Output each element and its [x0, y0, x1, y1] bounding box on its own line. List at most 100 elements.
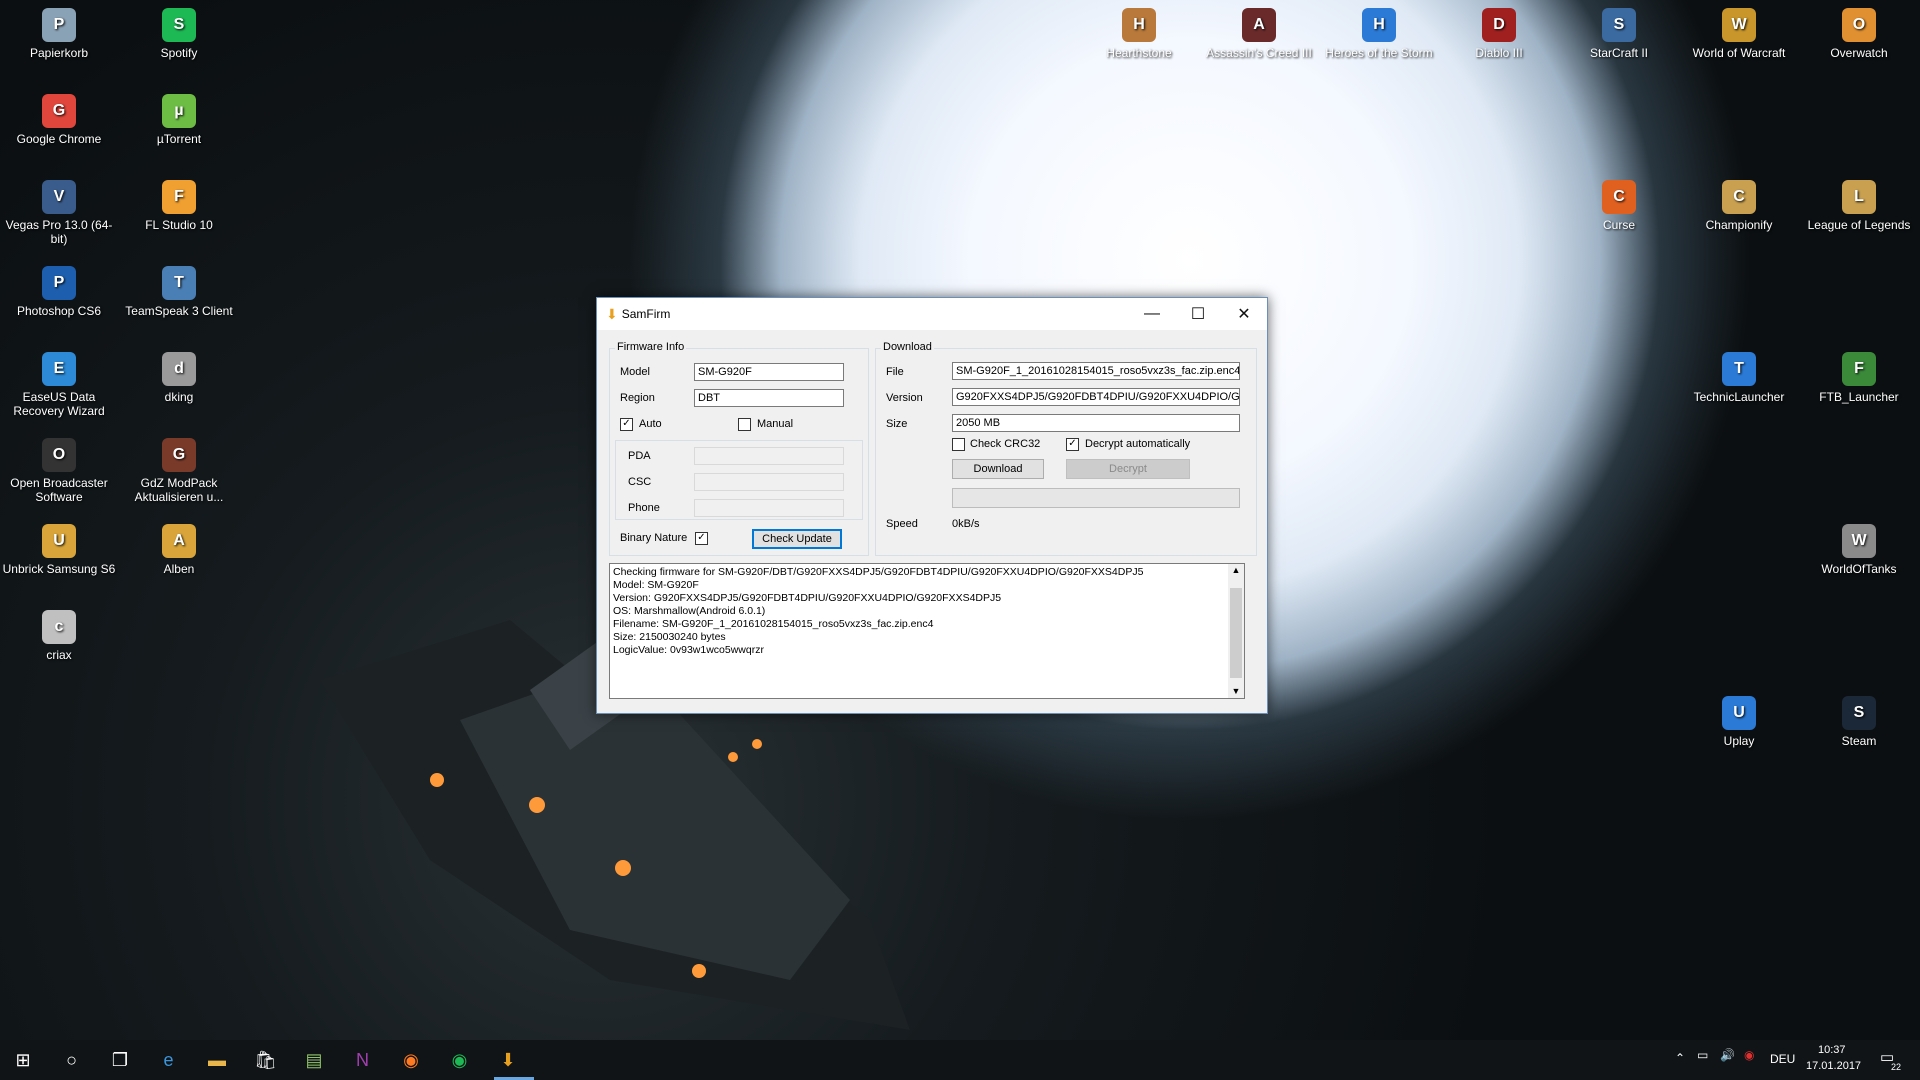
- samfirm-window: ⬇ SamFirm — ☐ ✕ Firmware Info Model SM-G…: [596, 297, 1268, 714]
- desktop-icon-label: Papierkorb: [29, 46, 89, 60]
- heroes-icon: H: [1362, 8, 1396, 42]
- desktop-icon-curse[interactable]: C Curse: [1560, 176, 1678, 232]
- desktop-icon-hearthstone[interactable]: H Hearthstone: [1080, 4, 1198, 60]
- check-update-button[interactable]: Check Update: [752, 529, 842, 549]
- uplay-icon: U: [1722, 696, 1756, 730]
- volume-icon[interactable]: 🔊: [1720, 1048, 1735, 1062]
- model-label: Model: [620, 366, 650, 378]
- desktop-icon-starcraft[interactable]: S StarCraft II: [1560, 4, 1678, 60]
- desktop-icon-uplay[interactable]: U Uplay: [1680, 692, 1798, 748]
- desktop-icon-recycle-bin[interactable]: P Papierkorb: [0, 4, 118, 60]
- decrypt-button[interactable]: Decrypt: [1066, 459, 1190, 479]
- csc-input[interactable]: [694, 473, 844, 491]
- desktop-icon-label: World of Warcraft: [1692, 46, 1786, 60]
- desktop-icon-vegas[interactable]: V Vegas Pro 13.0 (64-bit): [0, 176, 118, 246]
- desktop-icon-folder[interactable]: A Alben: [120, 520, 238, 576]
- desktop-icon-fl-studio[interactable]: F FL Studio 10: [120, 176, 238, 232]
- size-field[interactable]: 2050 MB: [952, 414, 1240, 432]
- notification-count: 22: [1891, 1062, 1902, 1072]
- desktop-icon-steam[interactable]: S Steam: [1800, 692, 1918, 748]
- desktop-icon-teamspeak[interactable]: T TeamSpeak 3 Client: [120, 262, 238, 318]
- auto-checkbox[interactable]: ✓: [620, 418, 633, 431]
- spotify-icon[interactable]: ◉: [445, 1045, 475, 1075]
- download-progress-bar: [952, 488, 1240, 508]
- region-input[interactable]: DBT: [694, 389, 844, 407]
- desktop-icon-lol[interactable]: L League of Legends: [1800, 176, 1918, 232]
- desktop-icon-assassins-creed[interactable]: A Assassin's Creed III: [1200, 4, 1318, 60]
- store-icon[interactable]: 🛍: [251, 1045, 281, 1075]
- start-icon[interactable]: ⊞: [8, 1045, 38, 1075]
- version-field[interactable]: G920FXXS4DPJ5/G920FDBT4DPIU/G920FXXU4DPI…: [952, 388, 1240, 406]
- samfirm-icon[interactable]: ⬇: [493, 1045, 523, 1075]
- explorer-icon[interactable]: ▬: [202, 1045, 232, 1075]
- lol-icon: L: [1842, 180, 1876, 214]
- file-field[interactable]: SM-G920F_1_20161028154015_roso5vxz3s_fac…: [952, 362, 1240, 380]
- desktop-icon-wot[interactable]: W WorldOfTanks: [1800, 520, 1918, 576]
- desktop-icon-chrome[interactable]: G Google Chrome: [0, 90, 118, 146]
- binary-nature-checkbox[interactable]: ✓: [695, 532, 708, 545]
- clock-date[interactable]: 17.01.2017: [1806, 1060, 1861, 1072]
- phone-input[interactable]: [694, 499, 844, 517]
- pda-input[interactable]: [694, 447, 844, 465]
- scroll-down-icon[interactable]: ▼: [1228, 685, 1244, 698]
- desktop-icon-ftb[interactable]: F FTB_Launcher: [1800, 348, 1918, 404]
- size-label: Size: [886, 418, 908, 430]
- steam-icon: S: [1842, 696, 1876, 730]
- csc-label: CSC: [628, 476, 652, 488]
- folder-icon: A: [162, 524, 196, 558]
- desktop-icon-modpack[interactable]: G GdZ ModPack Aktualisieren u...: [120, 434, 238, 504]
- desktop-icon-championify[interactable]: C Championify: [1680, 176, 1798, 232]
- region-label: Region: [620, 392, 655, 404]
- vegas-icon: V: [42, 180, 76, 214]
- desktop-icon-spotify[interactable]: S Spotify: [120, 4, 238, 60]
- desktop-icon-technic[interactable]: T TechnicLauncher: [1680, 348, 1798, 404]
- check-crc32-label: Check CRC32: [970, 438, 1041, 450]
- maximize-button[interactable]: ☐: [1175, 298, 1221, 330]
- desktop-icon-label: Steam: [1841, 734, 1877, 748]
- desktop-icon-heroes[interactable]: H Heroes of the Storm: [1320, 4, 1438, 60]
- desktop-icon-label: criax: [46, 648, 72, 662]
- log-scrollbar[interactable]: ▲ ▼: [1228, 564, 1244, 698]
- language-indicator[interactable]: DEU: [1770, 1052, 1795, 1066]
- desktop-icon-utorrent[interactable]: µ µTorrent: [120, 90, 238, 146]
- desktop-icon-label: FTB_Launcher: [1819, 390, 1899, 404]
- desktop-icon-obs[interactable]: O Open Broadcaster Software: [0, 434, 118, 504]
- close-button[interactable]: ✕: [1221, 298, 1267, 330]
- chevron-up-icon[interactable]: ⌃: [1675, 1051, 1685, 1065]
- desktop-icon-overwatch[interactable]: O Overwatch: [1800, 4, 1918, 60]
- desktop-icon-label: Curse: [1602, 218, 1635, 232]
- onenote-icon[interactable]: N: [348, 1045, 378, 1075]
- model-input[interactable]: SM-G920F: [694, 363, 844, 381]
- desktop-icon-photoshop[interactable]: P Photoshop CS6: [0, 262, 118, 318]
- check-crc32-checkbox[interactable]: [952, 438, 965, 451]
- notepad-icon[interactable]: ▤: [299, 1045, 329, 1075]
- manual-checkbox[interactable]: [738, 418, 751, 431]
- desktop-icon-diablo[interactable]: D Diablo III: [1440, 4, 1558, 60]
- desktop-icon-label: Open Broadcaster Software: [10, 476, 108, 504]
- antivirus-icon[interactable]: ◉: [1744, 1048, 1754, 1062]
- file-label: File: [886, 366, 904, 378]
- desktop-icon-image-file[interactable]: c criax: [0, 606, 118, 662]
- network-icon[interactable]: ▭: [1697, 1048, 1708, 1062]
- desktop-icon-easeus[interactable]: E EaseUS Data Recovery Wizard: [0, 348, 118, 418]
- decrypt-automatically-checkbox[interactable]: ✓: [1066, 438, 1079, 451]
- desktop-icon-archive[interactable]: U Unbrick Samsung S6: [0, 520, 118, 576]
- firefox-icon[interactable]: ◉: [396, 1045, 426, 1075]
- scroll-up-icon[interactable]: ▲: [1228, 564, 1244, 577]
- desktop-icon-label: Championify: [1705, 218, 1773, 232]
- minimize-button[interactable]: —: [1129, 298, 1175, 330]
- cortana-icon[interactable]: ○: [57, 1045, 87, 1075]
- clock-time[interactable]: 10:37: [1818, 1044, 1846, 1056]
- desktop-icon-label: FL Studio 10: [145, 218, 213, 232]
- desktop-icon-image-file[interactable]: d dking: [120, 348, 238, 404]
- scroll-thumb[interactable]: [1230, 588, 1242, 678]
- desktop-icon-label: Heroes of the Storm: [1325, 46, 1433, 60]
- image-file-icon: c: [42, 610, 76, 644]
- desktop-icon-wow[interactable]: W World of Warcraft: [1680, 4, 1798, 60]
- desktop-icon-label: Hearthstone: [1106, 46, 1172, 60]
- phone-label: Phone: [628, 502, 660, 514]
- task-view-icon[interactable]: ❐: [105, 1045, 135, 1075]
- log-textbox[interactable]: Checking firmware for SM-G920F/DBT/G920F…: [609, 563, 1245, 699]
- edge-icon[interactable]: e: [154, 1045, 184, 1075]
- download-button[interactable]: Download: [952, 459, 1044, 479]
